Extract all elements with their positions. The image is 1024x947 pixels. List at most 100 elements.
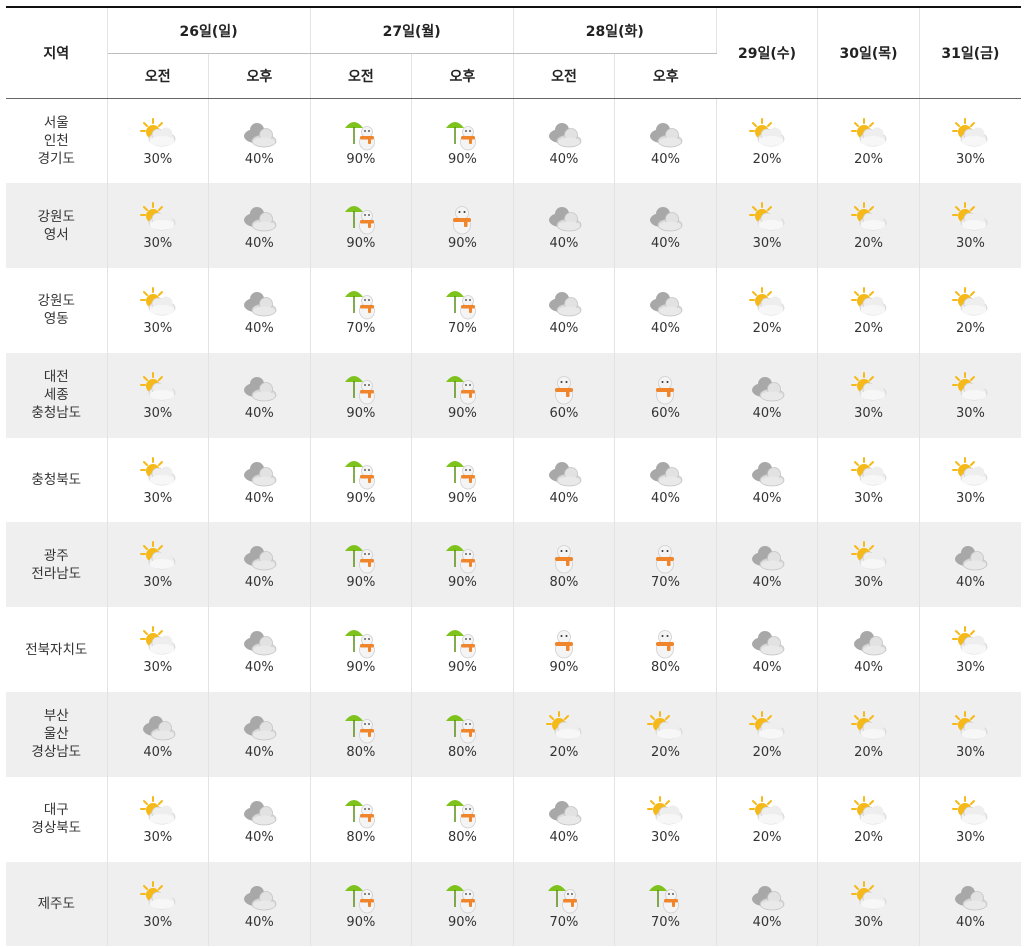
precip-percent: 20% [651, 744, 680, 760]
cloudy-icon [239, 116, 279, 152]
precip-percent: 60% [549, 405, 579, 421]
forecast-cell: 20% [919, 268, 1021, 353]
snow-icon [442, 200, 482, 236]
precip-percent: 40% [244, 236, 274, 252]
forecast-cell: 40% [716, 522, 819, 608]
precip-percent: 90% [447, 490, 477, 506]
cloudy-icon [645, 455, 685, 491]
forecast-table: 지역 26일(일) 27일(월) 28일(화) 29일(수) 30일(목) 31… [6, 6, 1021, 947]
partly-cloudy-icon [544, 709, 584, 745]
partly-cloudy-icon [747, 285, 787, 321]
precip-percent: 20% [854, 151, 884, 167]
forecast-cell: 30% [614, 776, 717, 862]
precip-percent: 40% [854, 660, 884, 676]
partly-cloudy-icon [138, 455, 178, 491]
forecast-cell: 70% [411, 268, 514, 353]
forecast-cell: 40% [716, 352, 819, 438]
forecast-cell: 40% [716, 437, 819, 523]
cloudy-icon [747, 370, 787, 406]
forecast-cell: 40% [208, 268, 311, 353]
precip-percent: 90% [447, 575, 477, 591]
forecast-cell: 40% [513, 776, 616, 862]
cloudy-icon [239, 539, 279, 575]
date-header-31: 31일(금) [919, 7, 1021, 99]
precip-percent: 70% [447, 320, 477, 336]
forecast-cell: 60% [513, 352, 616, 438]
cloudy-icon [239, 370, 279, 406]
cloudy-icon [645, 116, 685, 152]
precip-percent: 90% [346, 151, 376, 167]
forecast-cell: 20% [716, 98, 819, 184]
forecast-cell: 40% [208, 183, 311, 269]
forecast-cell: 40% [919, 862, 1021, 947]
precip-percent: 40% [143, 744, 173, 760]
rain-snow-icon [442, 709, 482, 745]
precip-percent: 40% [651, 490, 680, 506]
rain-snow-icon [341, 285, 381, 321]
forecast-cell: 30% [817, 437, 920, 523]
region-cell: 대구 경상북도 [6, 776, 108, 862]
forecast-cell: 40% [208, 352, 311, 438]
partly-cloudy-icon [849, 200, 889, 236]
rain-snow-icon [442, 116, 482, 152]
forecast-cell: 40% [919, 522, 1021, 607]
table-row: 제주도 30% 40% 90% 90% 70% 70% 40% 30% 40% [6, 861, 1021, 947]
forecast-cell: 80% [310, 776, 413, 862]
forecast-cell: 20% [513, 692, 616, 777]
precip-percent: 40% [752, 660, 782, 676]
forecast-cell: 30% [817, 352, 920, 438]
partly-cloudy-icon [138, 539, 178, 575]
precip-percent: 40% [244, 575, 274, 591]
region-cell: 강원도 영동 [6, 268, 108, 353]
pm-header: 오후 [614, 53, 717, 99]
precip-percent: 30% [955, 405, 985, 421]
partly-cloudy-icon [138, 370, 178, 406]
region-name-line: 전라남도 [31, 565, 82, 582]
forecast-cell: 90% [411, 437, 514, 523]
cloudy-icon [239, 624, 279, 660]
partly-cloudy-icon [849, 455, 889, 491]
precip-percent: 30% [752, 236, 782, 252]
rain-snow-icon [341, 539, 381, 575]
forecast-cell: 40% [208, 776, 311, 862]
forecast-cell: 90% [310, 437, 413, 523]
precip-percent: 30% [854, 914, 884, 930]
forecast-cell: 30% [817, 522, 920, 608]
forecast-cell: 40% [513, 268, 616, 353]
precip-percent: 90% [447, 405, 477, 421]
am-header: 오전 [513, 53, 616, 99]
partly-cloudy-icon [950, 285, 990, 321]
precip-percent: 90% [447, 914, 477, 930]
table-body: 서울 인천 경기도 30% 40% 90% 90% 40% 40% 20% 20% 30% 강원도 영서 3… [6, 98, 1021, 947]
partly-cloudy-icon [849, 879, 889, 915]
cloudy-icon [645, 285, 685, 321]
cloudy-icon [747, 539, 787, 575]
pm-header: 오후 [208, 53, 311, 99]
forecast-cell: 30% [107, 268, 210, 353]
forecast-cell: 70% [614, 522, 717, 608]
region-cell: 제주도 [6, 861, 108, 947]
rain-snow-icon [341, 879, 381, 915]
partly-cloudy-icon [950, 370, 990, 406]
precip-percent: 30% [854, 490, 884, 506]
forecast-cell: 70% [614, 861, 717, 947]
precip-percent: 20% [854, 236, 884, 252]
pm-header: 오후 [411, 53, 514, 99]
rain-snow-icon [442, 879, 482, 915]
forecast-cell: 40% [614, 437, 717, 523]
region-cell: 부산 울산 경상남도 [6, 692, 108, 777]
region-name-line: 강원도 [37, 208, 75, 225]
region-name-line: 경상남도 [31, 744, 82, 761]
precip-percent: 90% [447, 151, 477, 167]
partly-cloudy-icon [849, 285, 889, 321]
precip-percent: 30% [955, 829, 985, 845]
forecast-cell: 90% [411, 522, 514, 608]
partly-cloudy-icon [849, 116, 889, 152]
table-header: 지역 26일(일) 27일(월) 28일(화) 29일(수) 30일(목) 31… [6, 7, 1021, 99]
am-header: 오전 [107, 53, 210, 99]
precip-percent: 20% [752, 320, 782, 336]
precip-percent: 40% [549, 320, 579, 336]
forecast-cell: 40% [208, 861, 311, 947]
partly-cloudy-icon [950, 200, 990, 236]
date-header-26: 26일(일) [107, 7, 311, 54]
